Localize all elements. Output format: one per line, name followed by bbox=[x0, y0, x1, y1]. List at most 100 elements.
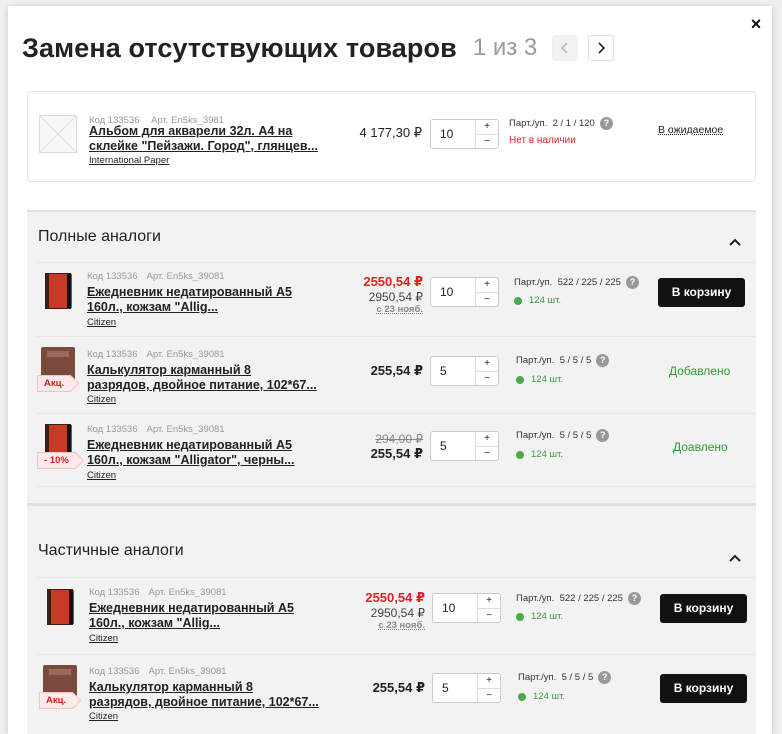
image-placeholder-icon bbox=[39, 115, 77, 153]
quantity-value[interactable]: 10 bbox=[431, 278, 475, 306]
quantity-value[interactable]: 10 bbox=[433, 594, 477, 622]
prev-button[interactable] bbox=[552, 35, 579, 61]
help-icon[interactable]: ? bbox=[596, 354, 610, 367]
product-name-line2: 160л., кожзам "Allig... bbox=[89, 616, 220, 630]
product-row: Код 133536 Арт. En5ks_39081 Ежедневник не… bbox=[37, 577, 756, 654]
add-to-expected-link[interactable]: В ожидаемое bbox=[658, 124, 723, 136]
add-to-cart-button[interactable]: В корзину bbox=[660, 594, 747, 623]
stock-dot-icon bbox=[514, 296, 522, 305]
quantity-value[interactable]: 10 bbox=[431, 120, 475, 148]
product-name-line2: разрядов, двойное питание, 102*67... bbox=[87, 378, 317, 392]
full-analogs-section: Полные аналоги Код 133536 Арт. En5ks_3908… bbox=[27, 210, 756, 507]
brand-link[interactable]: Citizen bbox=[87, 470, 116, 481]
plus-button[interactable]: + bbox=[478, 594, 500, 608]
minus-button[interactable]: − bbox=[478, 687, 500, 703]
help-icon[interactable]: ? bbox=[596, 429, 610, 442]
price-date: с 23 нояб. bbox=[378, 620, 425, 631]
stock-status: 124 шт. bbox=[516, 374, 563, 385]
product-code: Код 133536 bbox=[87, 424, 138, 435]
promo-badge: Акц. bbox=[37, 375, 72, 392]
promo-badge: Акц. bbox=[39, 692, 74, 709]
minus-button[interactable]: − bbox=[476, 291, 498, 307]
next-button[interactable] bbox=[588, 35, 615, 61]
quantity-stepper[interactable]: 5 + − bbox=[430, 431, 499, 461]
help-icon[interactable]: ? bbox=[598, 671, 612, 684]
product-name-line2: 160л., кожзам "Alligator", черны... bbox=[87, 453, 295, 467]
close-icon[interactable]: × bbox=[748, 15, 764, 33]
brand-link[interactable]: Citizen bbox=[87, 394, 116, 405]
plus-button[interactable]: + bbox=[478, 674, 500, 688]
quantity-value[interactable]: 5 bbox=[431, 432, 475, 460]
product-name-link[interactable]: Калькулятор карманный 8 разрядов, двойное… bbox=[89, 680, 329, 710]
add-to-cart-button[interactable]: В корзину bbox=[660, 674, 747, 703]
product-name-link[interactable]: Ежедневник недатированный А5 160л., кожза… bbox=[87, 438, 327, 468]
product-price: 255,54 ₽ bbox=[370, 363, 423, 378]
pack-value: 522 / 225 / 225 bbox=[559, 593, 623, 604]
minus-button[interactable]: − bbox=[476, 370, 498, 386]
product-name-line2: разрядов, двойное питание, 102*67... bbox=[89, 695, 319, 709]
planner-image bbox=[45, 273, 72, 309]
price-block: 294,00 ₽ 255,54 ₽ bbox=[347, 432, 423, 462]
brand-link[interactable]: Citizen bbox=[89, 711, 118, 722]
help-icon[interactable]: ? bbox=[627, 592, 641, 605]
product-price: 255,54 ₽ bbox=[372, 680, 425, 695]
pack-value: 2 / 1 / 120 bbox=[552, 118, 595, 129]
add-to-cart-button[interactable]: В корзину bbox=[658, 278, 745, 307]
chevron-up-icon[interactable] bbox=[728, 553, 742, 563]
product-code: Код 133536 bbox=[89, 666, 140, 677]
pack-value: 5 / 5 / 5 bbox=[559, 430, 592, 441]
pack-info: Парт./уп. 522 / 225 / 225? bbox=[516, 592, 641, 605]
quantity-stepper[interactable]: 10 + − bbox=[430, 277, 499, 307]
section-title: Полные аналоги bbox=[38, 228, 161, 245]
brand-link[interactable]: Citizen bbox=[89, 633, 118, 644]
plus-button[interactable]: + bbox=[476, 432, 498, 446]
product-code: Код 133536 bbox=[89, 587, 140, 598]
quantity-stepper[interactable]: 5 + − bbox=[430, 356, 499, 386]
original-product-card: Код 133536 Арт. En5ks_3981 Альбом для ак… bbox=[27, 91, 756, 182]
product-name-link[interactable]: Калькулятор карманный 8 разрядов, двойное… bbox=[87, 363, 327, 393]
price-strikethrough: 294,00 ₽ bbox=[375, 432, 423, 446]
quantity-value[interactable]: 5 bbox=[431, 357, 475, 385]
product-name-line1: Альбом для акварели 32л. А4 на bbox=[89, 124, 293, 138]
stock-count: 124 шт. bbox=[531, 374, 564, 385]
modal-title: Замена отсутствующих товаров bbox=[22, 32, 457, 63]
stock-status: 124 шт. bbox=[516, 449, 563, 460]
minus-button[interactable]: − bbox=[476, 445, 498, 461]
price-old: 2950,54 ₽ bbox=[368, 290, 423, 304]
product-row: Код 133536 Арт. En5ks_39081 Ежедневник не… bbox=[37, 262, 756, 336]
quantity-stepper[interactable]: 5 + − bbox=[432, 673, 501, 703]
product-name-link[interactable]: Ежедневник недатированный А5 160л., кожза… bbox=[89, 601, 329, 631]
product-name-link[interactable]: Ежедневник недатированный А5 160л., кожза… bbox=[87, 285, 327, 315]
minus-button[interactable]: − bbox=[476, 133, 498, 149]
stock-count: 124 шт. bbox=[533, 691, 566, 702]
brand-link[interactable]: International Paper bbox=[89, 155, 169, 166]
pager-counter: 1 из 3 bbox=[472, 34, 538, 61]
brand-link[interactable]: Citizen bbox=[87, 317, 116, 328]
partial-analogs-section: Частичные аналоги Код 133536 Арт. En5ks_3… bbox=[27, 503, 756, 734]
product-name-line1: Ежедневник недатированный А5 bbox=[89, 601, 294, 615]
minus-button[interactable]: − bbox=[478, 607, 500, 623]
plus-button[interactable]: + bbox=[476, 357, 498, 371]
chevron-up-icon[interactable] bbox=[728, 237, 742, 247]
product-row: - 10% Код 133536 Арт. En5ks_39081 Ежеднев… bbox=[37, 413, 756, 487]
stock-dot-icon bbox=[516, 612, 524, 621]
price-new: 2550,54 ₽ bbox=[363, 274, 423, 289]
product-name-line2: склейке "Пейзажи. Город", глянцев... bbox=[89, 139, 318, 153]
plus-button[interactable]: + bbox=[476, 120, 498, 134]
price-block: 2550,54 ₽ 2950,54 ₽ с 23 нояб. bbox=[349, 590, 425, 631]
quantity-value[interactable]: 5 bbox=[433, 674, 477, 702]
help-icon[interactable]: ? bbox=[625, 276, 639, 289]
help-icon[interactable]: ? bbox=[599, 117, 613, 130]
product-name-link[interactable]: Альбом для акварели 32л. А4 на склейке "… bbox=[89, 124, 329, 154]
product-article: Арт. En5ks_39081 bbox=[148, 587, 227, 598]
quantity-stepper[interactable]: 10 + − bbox=[432, 593, 501, 623]
product-price: 4 177,30 ₽ bbox=[359, 125, 423, 140]
discount-badge: - 10% bbox=[37, 452, 76, 469]
stock-dot-icon bbox=[518, 692, 526, 701]
pack-value: 5 / 5 / 5 bbox=[561, 672, 594, 683]
stock-status: 124 шт. bbox=[514, 295, 561, 306]
plus-button[interactable]: + bbox=[476, 278, 498, 292]
pack-value: 522 / 225 / 225 bbox=[557, 277, 621, 288]
quantity-stepper[interactable]: 10 + − bbox=[430, 119, 499, 149]
section-title: Частичные аналоги bbox=[38, 542, 184, 559]
